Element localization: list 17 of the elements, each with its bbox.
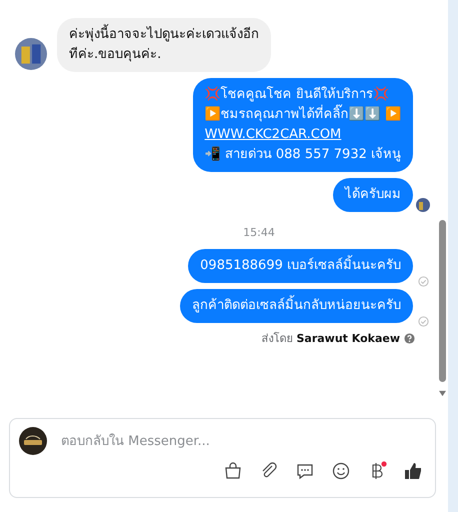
emoji-icon[interactable]	[331, 461, 351, 481]
message-bubble: ลูกค้าติดต่อเซลล์มิ้นกลับหน่อยนะครับ	[180, 289, 413, 323]
thumbs-up-icon[interactable]	[403, 461, 423, 481]
help-icon[interactable]	[404, 332, 415, 344]
scrollbar-thumb[interactable]	[438, 220, 446, 382]
message-bubble: ค่ะพุ่งนี้อาจจะไปดูนะค่ะเดวแจ้งอีก ทีค่ะ.ขอบคุนค่ะ.	[57, 18, 271, 72]
page-avatar-icon	[19, 427, 47, 455]
sender-name: Sarawut Kokaew	[296, 332, 400, 344]
message-bubble: 💢โชคคูณโชค ยินดีให้บริการ💢 ▶ชมรถคุณภาพได้ที่คลิ๊ก⬇⬇ ▶ WWW.CKC2CAR.COM 📲 สายด่วน 088 557 7932 เจ้หนู	[192, 78, 413, 172]
website-link[interactable]: WWW.CKC2CAR.COM	[204, 127, 342, 142]
message-bubble: 0985188699 เบอร์เซลล์มิ้นนะครับ	[188, 249, 413, 283]
message-bubble: ได้ครับผม	[333, 178, 413, 212]
reply-input[interactable]: ตอบกลับใน Messenger...	[59, 432, 427, 450]
scroll-down-icon[interactable]	[438, 390, 446, 397]
shopping-bag-icon[interactable]	[223, 461, 243, 481]
timestamp: 15:44	[242, 226, 276, 239]
sent-by-label: ส่งโดย	[261, 331, 292, 347]
